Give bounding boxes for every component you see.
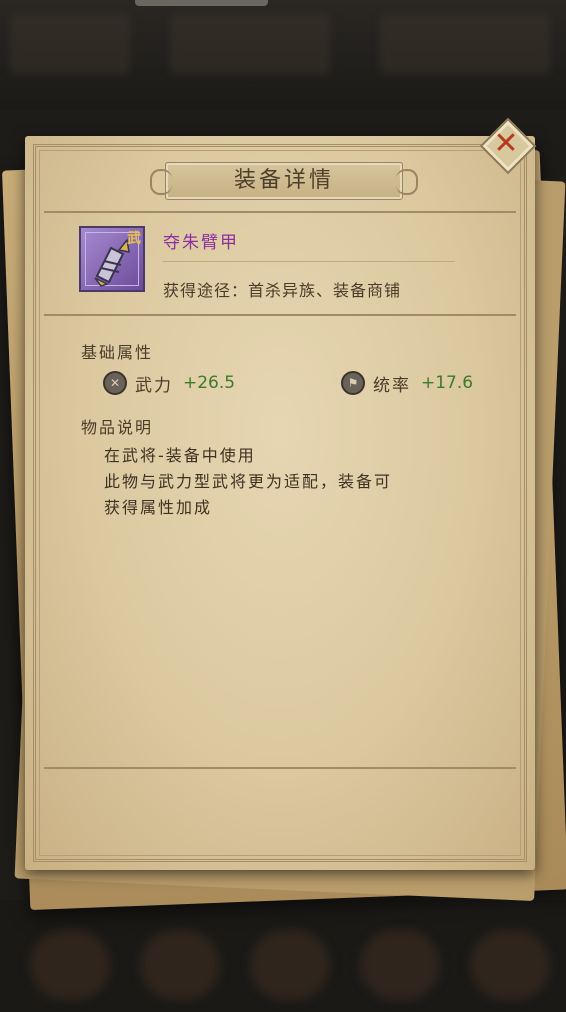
base-attributes-label: 基础属性 xyxy=(81,343,154,362)
background-scene-top xyxy=(0,0,566,110)
item-name: 夺朱臂甲 xyxy=(163,233,239,253)
stat-force-name: 武力 xyxy=(135,375,173,396)
stat-command-name: 统率 xyxy=(373,375,411,396)
description-line: 获得属性加成 xyxy=(104,498,213,517)
dialog-title: 装备详情 xyxy=(233,168,334,193)
stat-command-value: +17.6 xyxy=(421,373,474,393)
item-source: 获得途径：首杀异族、装备商铺 xyxy=(163,281,402,300)
description-line: 在武将-装备中使用 xyxy=(104,446,256,465)
divider-bottom xyxy=(44,767,516,769)
item-type-badge: 武 xyxy=(127,231,141,247)
swords-icon: ✕ xyxy=(103,371,127,395)
name-underline xyxy=(163,261,455,262)
description-line: 此物与武力型武将更为适配，装备可 xyxy=(104,472,393,491)
close-icon: ✕ xyxy=(493,126,519,161)
divider-top xyxy=(44,211,516,213)
background-scene-bottom xyxy=(0,900,566,1012)
stat-force-value: +26.5 xyxy=(183,373,236,393)
status-handle xyxy=(135,0,268,6)
banner-icon: ⚑ xyxy=(341,371,365,395)
armguard-icon: 武 xyxy=(79,226,145,292)
stat-command: ⚑ 统率 +17.6 xyxy=(341,370,473,396)
stat-force: ✕ 武力 +26.5 xyxy=(103,370,235,396)
title-plate: 装备详情 xyxy=(150,162,418,200)
description-label: 物品说明 xyxy=(81,418,154,437)
close-button[interactable]: ✕ xyxy=(479,117,537,175)
divider-middle xyxy=(44,314,516,316)
